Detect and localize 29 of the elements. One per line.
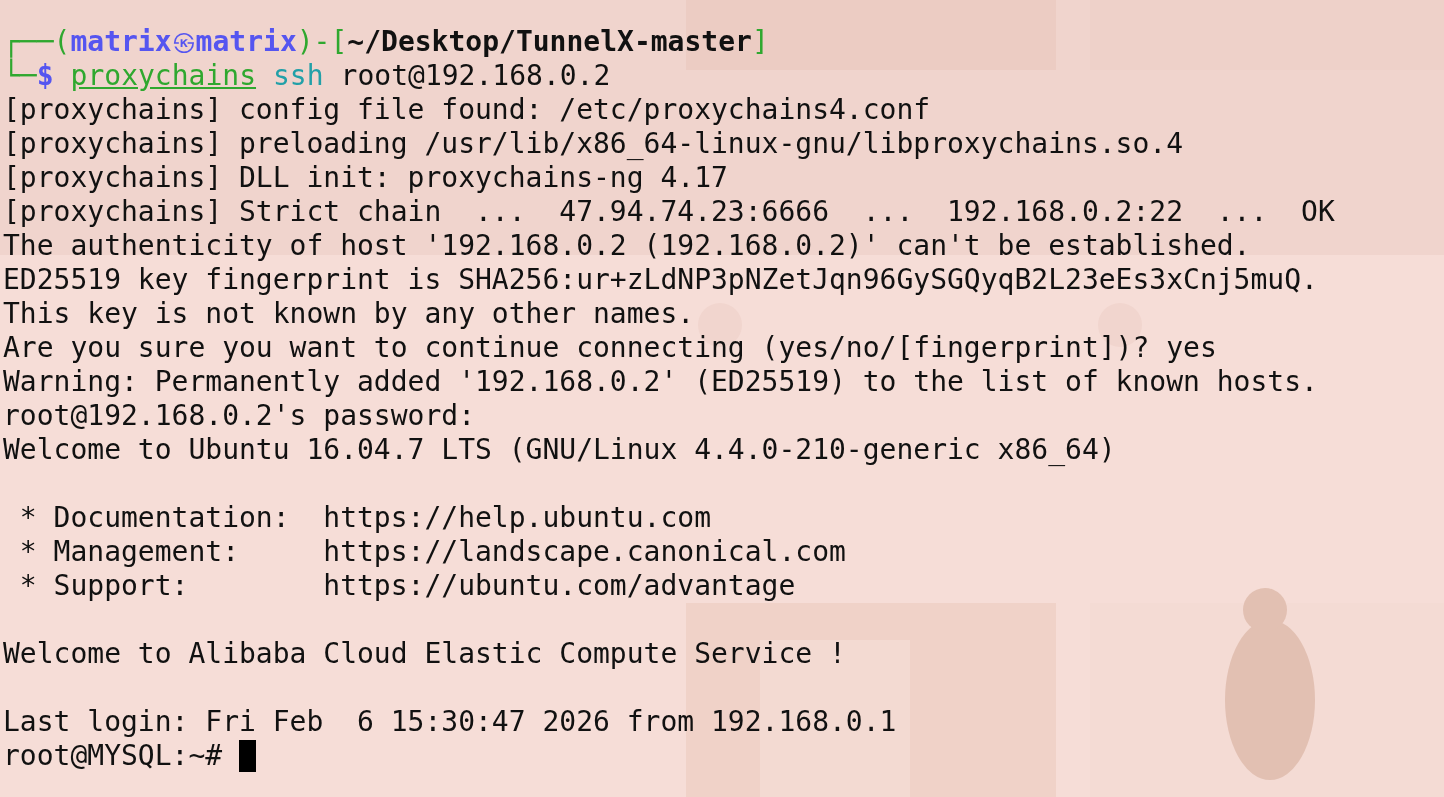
output-line: ED25519 key fingerprint is SHA256:ur+zLdNP3pNZetJqn96GySGQyqB2L23eEs3xCnj5muQ. (3, 263, 1318, 297)
prompt-user: matrix (70, 25, 172, 59)
output-line: * Support: https://ubuntu.com/advantage (18, 569, 796, 603)
output-line: This key is not known by any other names. (3, 297, 695, 331)
output-line: Are you sure you want to continue connecting (yes/no/[fingerprint])? yes (3, 331, 1217, 365)
output-line: [proxychains] Strict chain ... 47.94.74.23:6666 ... 192.168.0.2:22 ... OK (3, 195, 1335, 229)
prompt-host: matrix (195, 25, 297, 59)
prompt-path: ~/Desktop/TunnelX-master (347, 25, 752, 59)
output-line: * Management: https://landscape.canonical.com (18, 535, 846, 569)
output-line: Welcome to Ubuntu 16.04.7 LTS (GNU/Linux 4.4.0-210-generic x86_64) (3, 433, 1116, 467)
command-name: proxychains (70, 59, 256, 93)
output-line: [proxychains] DLL init: proxychains-ng 4.17 (3, 161, 728, 195)
prompt-frame: └─ (3, 59, 37, 93)
output-line: [proxychains] config file found: /etc/proxychains4.conf (3, 93, 931, 127)
command-argument: root@192.168.0.2 (340, 59, 611, 93)
prompt-frame: )-[ (296, 25, 348, 59)
prompt-frame: ] (751, 25, 769, 59)
output-line: * Documentation: https://help.ubuntu.com (18, 501, 711, 535)
command-subcommand: ssh (273, 59, 324, 93)
prompt-frame: ┌──( (3, 25, 71, 59)
shell-prompt: root@MYSQL:~# (3, 739, 223, 773)
output-line: Warning: Permanently added '192.168.0.2' (ED25519) to the list of known hosts. (3, 365, 1318, 399)
prompt-symbol: $ (36, 59, 54, 93)
output-line: Welcome to Alibaba Cloud Elastic Compute Service ! (3, 637, 846, 671)
prompt-separator: ㉿ (171, 27, 196, 58)
output-line: The authenticity of host '192.168.0.2 (192.168.0.2)' can't be established. (3, 229, 1251, 263)
output-line: Last login: Fri Feb 6 15:30:47 2026 from 192.168.0.1 (3, 705, 897, 739)
output-line: root@192.168.0.2's password: (3, 399, 475, 433)
output-line: [proxychains] preloading /usr/lib/x86_64-linux-gnu/libproxychains.so.4 (3, 127, 1184, 161)
